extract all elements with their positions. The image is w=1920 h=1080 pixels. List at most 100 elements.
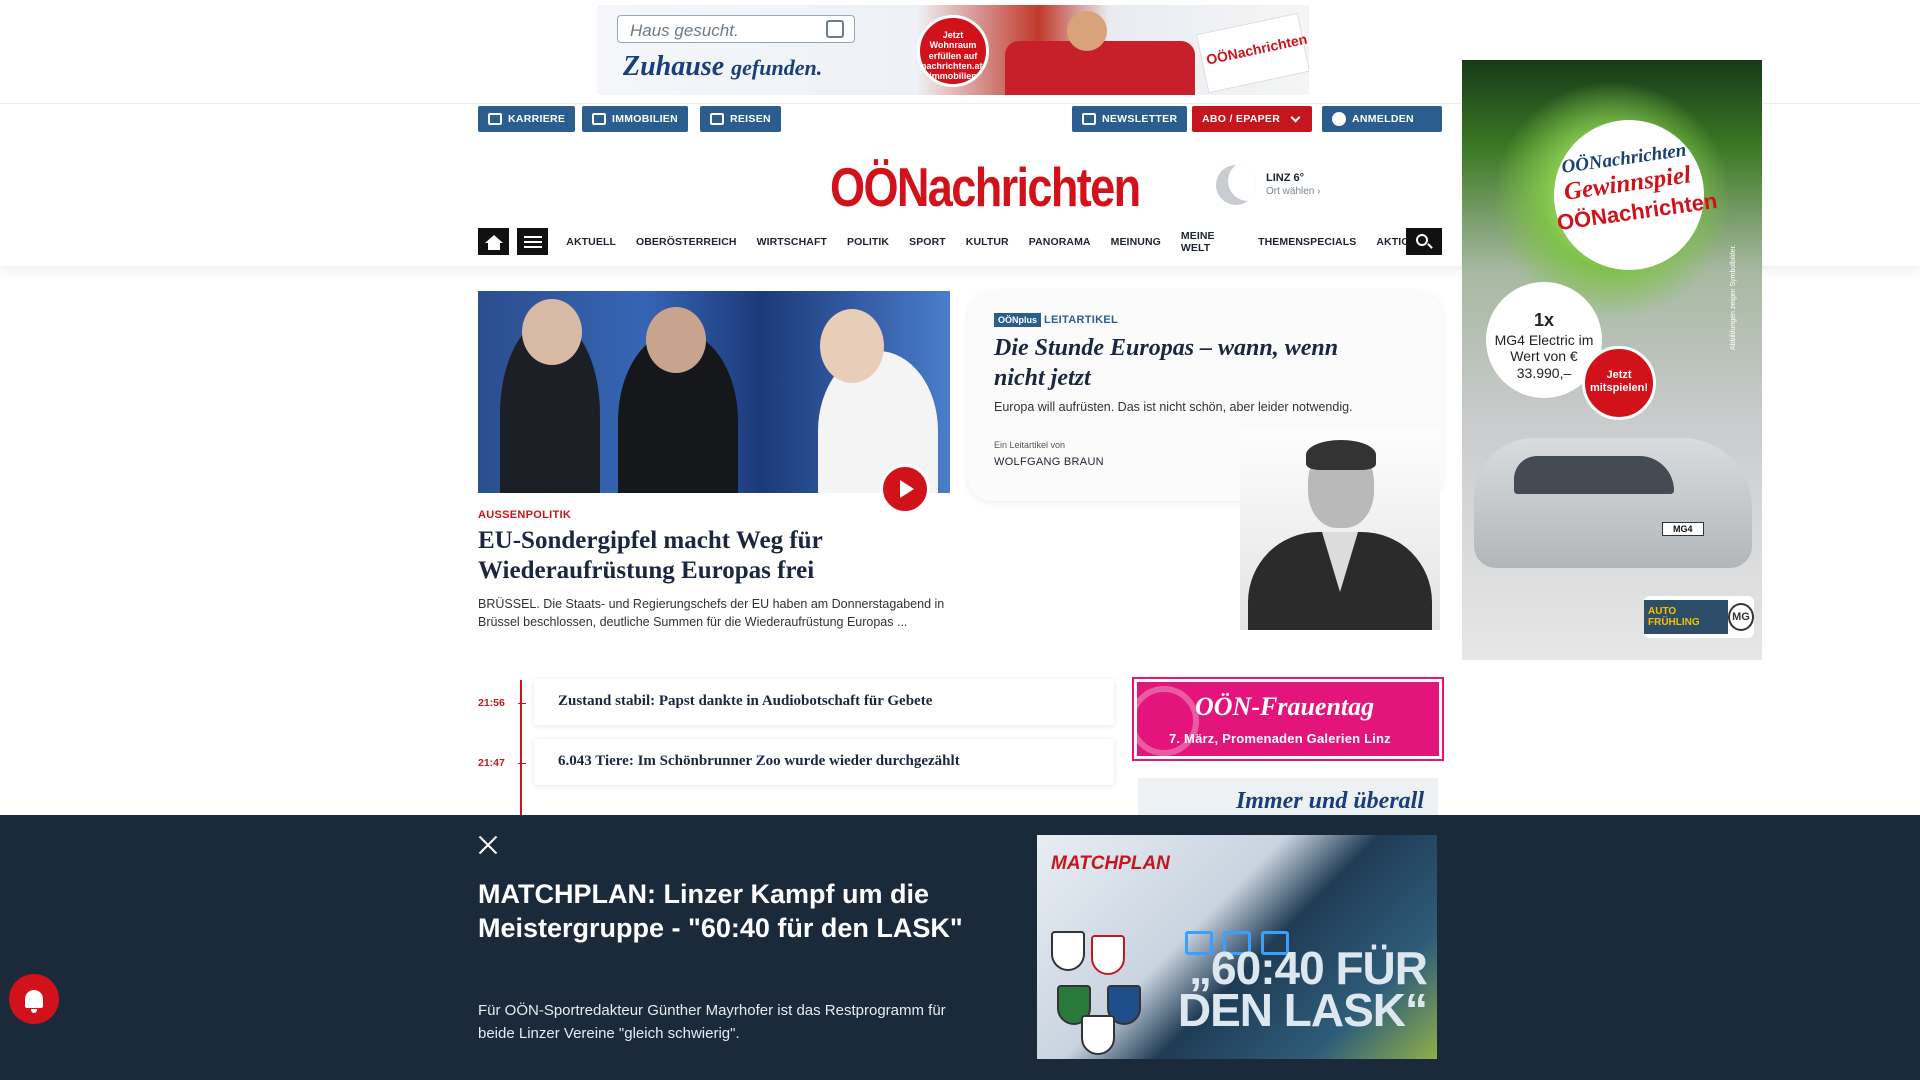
nav-item-wirtschaft[interactable]: WIRTSCHAFT xyxy=(757,236,827,248)
hamburger-icon xyxy=(523,235,542,248)
ad-disclaimer: Abbildungen zeigen Symbolbilder. xyxy=(1730,244,1737,350)
ticker-dash xyxy=(518,763,526,764)
nav-item-panorama[interactable]: PANORAMA xyxy=(1029,236,1091,248)
frauentag-promo[interactable]: OÖN-Frauentag 7. März, Promenaden Galeri… xyxy=(1132,677,1444,761)
frauentag-subtitle: 7. März, Promenaden Galerien Linz xyxy=(1169,731,1391,746)
lead-teaser: BRÜSSEL. Die Staats- und Regierungschefs… xyxy=(478,597,945,629)
home-icon xyxy=(484,234,503,250)
license-plate: MG4 xyxy=(1662,522,1704,536)
search-icon xyxy=(1416,233,1428,246)
ad-person-image xyxy=(1067,11,1107,51)
club-crest-icon xyxy=(1091,935,1125,975)
overlay-teaser: Für OÖN-Sportredakteur Günther Mayrhofer… xyxy=(478,1002,946,1042)
abo-label: ABO / EPAPER xyxy=(1202,113,1281,125)
leitartikel-author: WOLFGANG BRAUN xyxy=(994,456,1104,468)
nav-item-aktuell[interactable]: AKTUELL xyxy=(566,236,616,248)
ad-search-field: Haus gesucht. xyxy=(617,15,855,43)
nav-item-meine-welt[interactable]: MEINE WELT xyxy=(1181,230,1238,254)
overlay-title-link[interactable]: MATCHPLAN: Linzer Kampf um die Meistergr… xyxy=(478,877,978,945)
ad-badge: Jetzt Wohnraum erfüllen auf nachrichten.… xyxy=(917,15,989,87)
overlay-image-quote: „60:40 FÜR DEN LASK“ xyxy=(1177,942,1428,1036)
author-hair xyxy=(1306,440,1376,470)
search-button[interactable] xyxy=(1406,228,1442,255)
leitartikel-byline-label: Ein Leitartikel von xyxy=(994,440,1066,450)
login-label: ANMELDEN xyxy=(1352,113,1414,125)
house-icon xyxy=(826,20,844,38)
ticker-time: 21:56 xyxy=(478,697,505,709)
ad-slogan-main: Zuhause xyxy=(623,51,725,82)
ad-sofa-image xyxy=(1005,41,1195,95)
play-video-button[interactable] xyxy=(880,464,930,514)
nav-item-sport[interactable]: SPORT xyxy=(909,236,946,248)
ticker-item[interactable]: Zustand stabil: Papst dankte in Audiobot… xyxy=(534,679,1114,725)
bell-icon xyxy=(25,990,43,1013)
reisen-label: REISEN xyxy=(730,113,771,125)
ried-crest-icon xyxy=(1081,1015,1115,1055)
chevron-down-icon xyxy=(1290,112,1301,122)
mail-icon xyxy=(1082,113,1096,125)
mg-logo: MG xyxy=(1727,603,1754,631)
weather-change-location[interactable]: Ort wählen › xyxy=(1266,186,1320,197)
prize-count: 1x xyxy=(1533,310,1555,330)
menu-button[interactable] xyxy=(517,228,549,255)
karriere-label: KARRIERE xyxy=(508,113,566,125)
newsletter-button[interactable]: NEWSLETTER xyxy=(1072,106,1188,132)
auto-fruehling-logo: AUTO FRÜHLING xyxy=(1644,600,1728,634)
moon-icon xyxy=(1216,165,1256,205)
ticker-timeline xyxy=(520,680,522,815)
building-icon xyxy=(592,113,606,125)
ad-logos: AUTO FRÜHLING MG xyxy=(1644,596,1754,638)
close-icon[interactable] xyxy=(474,831,502,859)
ad-slogan: Zuhause gefunden. xyxy=(623,51,822,83)
newsletter-label: NEWSLETTER xyxy=(1102,113,1178,125)
karriere-link[interactable]: KARRIERE xyxy=(478,106,576,132)
lead-title-link[interactable]: EU-Sondergipfel macht Weg für Wiederaufr… xyxy=(478,526,878,586)
ticker-dash xyxy=(518,703,526,704)
top-banner-ad[interactable]: Haus gesucht. Zuhause gefunden. Jetzt Wo… xyxy=(597,5,1309,95)
matchplan-logo: MATCHPLAN xyxy=(1051,853,1170,874)
ticker-item[interactable]: 6.043 Tiere: Im Schönbrunner Zoo wurde w… xyxy=(534,739,1114,785)
login-button[interactable]: ANMELDEN xyxy=(1322,106,1442,132)
leitartikel-title-link[interactable]: Die Stunde Europas – wann, wenn nicht je… xyxy=(994,333,1394,393)
play-icon xyxy=(900,480,914,498)
weather-city: LINZ 6° xyxy=(1266,172,1305,184)
lead-kicker: AUSSENPOLITIK xyxy=(478,509,572,521)
weather-change-label: Ort wählen xyxy=(1266,186,1315,197)
mitspielen-button[interactable]: Jetzt mitspielen! xyxy=(1582,346,1656,420)
nav-item-kultur[interactable]: KULTUR xyxy=(966,236,1009,248)
leitartikel-teaser: Europa will aufrüsten. Das ist nicht sch… xyxy=(994,400,1353,414)
nav-item-meinung[interactable]: MEINUNG xyxy=(1111,236,1161,248)
chevron-right-icon: › xyxy=(1317,186,1321,197)
car-image xyxy=(1474,438,1752,568)
leitartikel-kicker: LEITARTIKEL xyxy=(1044,314,1118,326)
site-logo[interactable]: OÖNachrichten xyxy=(830,160,1141,215)
person-head xyxy=(820,309,884,383)
nav-item-oberoesterreich[interactable]: OBERÖSTERREICH xyxy=(636,236,737,248)
lead-story-image[interactable] xyxy=(478,291,950,493)
person-head xyxy=(646,307,706,373)
main-nav: AKTUELL OBERÖSTERREICH WIRTSCHAFT POLITI… xyxy=(478,228,1442,255)
ticker-time: 21:47 xyxy=(478,757,505,769)
frauentag-title: OÖN-Frauentag xyxy=(1195,692,1375,721)
nav-item-politik[interactable]: POLITIK xyxy=(847,236,889,248)
ad-slogan-tail: gefunden. xyxy=(731,55,823,80)
prize-text: MG4 Electric im Wert von € 33.990,– xyxy=(1494,331,1594,382)
immer-ueberall-promo[interactable]: Immer und überall xyxy=(1138,778,1438,818)
person-head xyxy=(522,299,582,365)
abo-epaper-dropdown[interactable]: ABO / EPAPER xyxy=(1192,106,1312,132)
home-button[interactable] xyxy=(478,228,510,255)
author-photo xyxy=(1240,430,1440,630)
immer-ueberall-text: Immer und überall xyxy=(1235,788,1424,814)
skyscraper-ad[interactable]: OÖNachrichten Gewinnspiel OÖNachrichten … xyxy=(1462,60,1762,660)
immobilien-link[interactable]: IMMOBILIEN xyxy=(582,106,688,132)
ad-search-text: Haus gesucht. xyxy=(630,21,739,40)
oon-plus-badge: OÖNplus xyxy=(994,313,1042,327)
user-icon xyxy=(1332,112,1346,126)
overlay-image[interactable]: MATCHPLAN „60:40 FÜR DEN LASK“ xyxy=(1037,835,1437,1059)
ad-newspaper-image: OÖNachrichten xyxy=(1195,12,1309,94)
nav-item-themenspecials[interactable]: THEMENSPECIALS xyxy=(1258,236,1356,248)
reisen-link[interactable]: REISEN xyxy=(700,106,781,132)
notification-bell-button[interactable] xyxy=(9,974,59,1024)
lask-crest-icon xyxy=(1051,931,1085,971)
briefcase-icon xyxy=(488,113,502,125)
